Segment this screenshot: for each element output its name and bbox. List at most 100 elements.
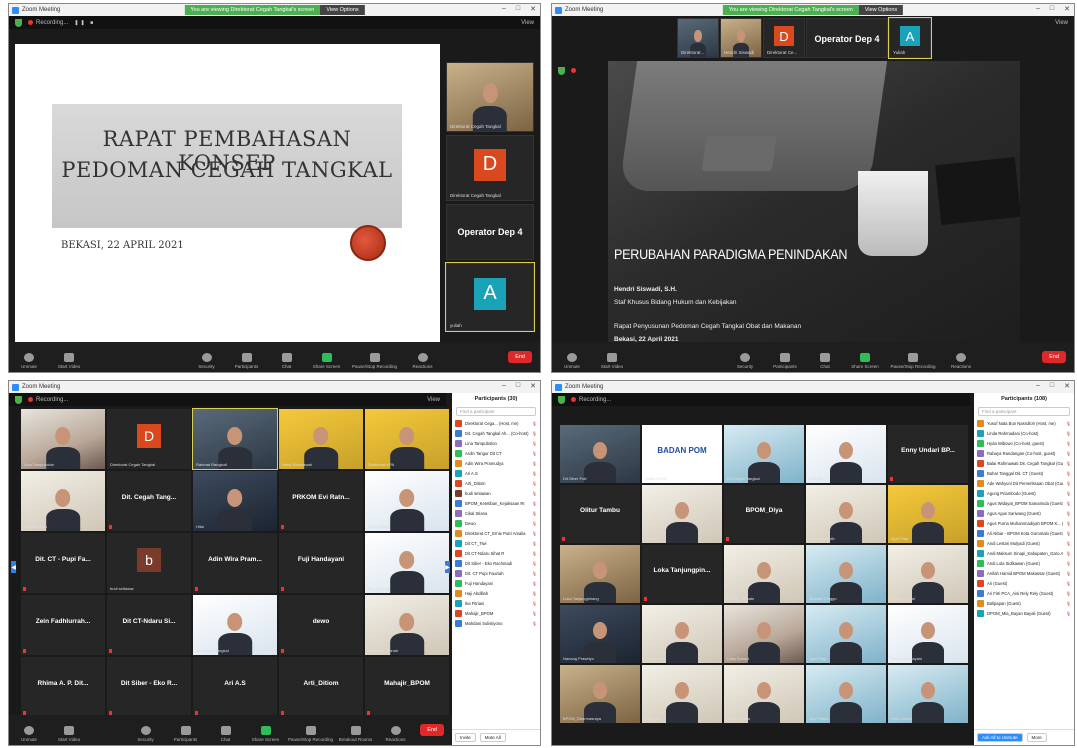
video-tile[interactable]: Dit.Cegah Tangkal — [724, 425, 804, 483]
end-meeting-button[interactable]: End — [420, 724, 444, 736]
participant-row[interactable]: Linda Rahmadani (Co-host) 🎙 — [974, 428, 1074, 438]
participant-row[interactable]: Ardin Tangur Dit CT 🎙 — [452, 448, 540, 458]
video-tile[interactable]: BPOM_Dharmasraya — [560, 665, 640, 723]
video-tile[interactable]: Fuji Handayani — [279, 533, 363, 593]
share-screen-button[interactable]: Share Screen — [845, 353, 885, 369]
participant-row[interactable]: Ari A.S 🎙 — [452, 468, 540, 478]
video-tile[interactable]: Balai Tangkal — [888, 545, 968, 603]
video-tile[interactable]: Retno Handayani — [888, 605, 968, 663]
video-tile[interactable]: Apel Pagi — [806, 605, 886, 663]
participant-row[interactable]: Adin Wira Pramudya 🎙 — [452, 458, 540, 468]
video-tile[interactable]: Enny Undari BP... — [888, 425, 968, 483]
video-tile[interactable]: Asep Jaenudin — [806, 485, 886, 543]
reactions-button[interactable]: Reactions — [941, 353, 981, 369]
participant-row[interactable]: Balipapan (Guest) 🎙 — [974, 598, 1074, 608]
video-tile[interactable]: Dit.Cegah Tangkal — [193, 595, 277, 655]
share-screen-button[interactable]: Share Screen — [246, 726, 286, 742]
close-icon[interactable]: ✕ — [1064, 382, 1070, 390]
participant-row[interactable]: Fuji Handayani 🎙 — [452, 578, 540, 588]
video-tile[interactable]: Olitur Tambu — [560, 485, 640, 543]
video-tile[interactable]: BADAN POM Badan POM — [642, 425, 722, 483]
share-screen-button[interactable]: Share Screen — [307, 353, 347, 369]
participant-row[interactable]: Agung Priambodo (Guest) 🎙 — [974, 488, 1074, 498]
participant-row[interactable]: Dit CT-Ndaru Sihat R 🎙 — [452, 548, 540, 558]
security-button[interactable]: Security — [725, 353, 765, 369]
pause-recording-button[interactable]: Pause/Stop Recording — [347, 353, 403, 369]
next-page-arrow-icon[interactable]: ▶ — [445, 561, 450, 573]
video-tile[interactable]: Lina Tampubolon — [21, 409, 105, 469]
participant-row[interactable]: DPOM_Mia_Bayan Bayali (Guest) 🎙 — [974, 608, 1074, 618]
video-tile[interactable]: Loka Sampit — [724, 605, 804, 663]
video-tile[interactable]: Nanang Prasetyo — [560, 605, 640, 663]
participant-row[interactable]: Ari Fitri PCA_Aisi Rely Rely (Guest) 🎙 — [974, 588, 1074, 598]
video-tile[interactable]: Mahajir_BPOM — [365, 657, 449, 717]
video-tile[interactable]: Banggai — [642, 665, 722, 723]
minimize-icon[interactable]: – — [502, 382, 506, 390]
participant-row[interactable]: Rabaya Randangan (Co-host, guest) 🎙 — [974, 448, 1074, 458]
chat-button[interactable]: Chat — [805, 353, 845, 369]
invite-button[interactable]: Invite — [455, 733, 476, 742]
end-meeting-button[interactable]: End — [508, 351, 532, 363]
participant-row[interactable]: Ari (Guest) 🎙 — [974, 578, 1074, 588]
participant-row[interactable]: Ika Fitriani 🎙 — [452, 598, 540, 608]
reactions-button[interactable]: Reactions — [403, 353, 443, 369]
participant-row[interactable]: Mahajir_BPOM 🎙 — [452, 608, 540, 618]
pause-recording-button[interactable]: Pause/Stop Recording — [885, 353, 941, 369]
participant-row[interactable]: Agus Agus Sariwang (Guest) 🎙 — [974, 508, 1074, 518]
video-tile-active[interactable]: A yuliah — [445, 262, 535, 332]
video-tile-active[interactable]: A Yuliah — [888, 17, 932, 59]
video-tile[interactable]: Dit.Siber Polri — [560, 425, 640, 483]
video-tile[interactable]: BPOM_Ternate — [724, 545, 804, 603]
video-tile[interactable]: Hilal — [193, 471, 277, 531]
recording-controls[interactable]: ❚❚ ■ — [74, 20, 95, 26]
participant-row[interactable]: Agus Widayat_BPOM Samarinda (Guest) 🎙 — [974, 498, 1074, 508]
video-tile[interactable]: Direktorat... — [677, 18, 719, 58]
participant-row[interactable]: Andi Lola Sidikawan (Guest) 🎙 — [974, 558, 1074, 568]
close-icon[interactable]: ✕ — [530, 5, 536, 13]
video-tile[interactable]: Adin Wira Pram... — [193, 533, 277, 593]
video-tile[interactable]: Dit. CT - Pupi Fa... — [21, 533, 105, 593]
video-tile[interactable]: D Direktorat Cegah Tangkal — [446, 135, 534, 201]
security-button[interactable]: Security — [187, 353, 227, 369]
reactions-button[interactable]: Reactions — [376, 726, 416, 742]
end-meeting-button[interactable]: End — [1042, 351, 1066, 363]
video-tile[interactable]: Dit.KPA — [806, 425, 886, 483]
minimize-icon[interactable]: – — [1036, 5, 1040, 13]
participant-row[interactable]: Andi Lestari Mulyadi (Guest) 🎙 — [974, 538, 1074, 548]
start-video-button[interactable]: Start Video — [49, 726, 89, 742]
start-video-button[interactable]: Start Video — [49, 353, 89, 369]
chat-button[interactable]: Chat — [206, 726, 246, 742]
participant-row[interactable]: Dit Siber - Eko Rachmadi 🎙 — [452, 558, 540, 568]
video-tile[interactable]: Rahmat Rangkuti — [192, 408, 278, 470]
view-menu[interactable]: View — [521, 20, 534, 26]
participant-row[interactable]: Haji Abdillah 🎙 — [452, 588, 540, 598]
participant-row[interactable]: Anifah Hamid BPOM Makassar (Guest) 🎙 — [974, 568, 1074, 578]
security-button[interactable]: Security — [126, 726, 166, 742]
video-tile[interactable]: Zein Fadhlurrah... — [21, 595, 105, 655]
ask-all-unmute-button[interactable]: Ask All to Unmute — [977, 733, 1023, 742]
video-tile[interactable]: Ari A.S — [193, 657, 277, 717]
maximize-icon[interactable]: □ — [516, 5, 520, 13]
maximize-icon[interactable]: □ — [516, 382, 520, 390]
view-options-button[interactable]: View Options — [858, 5, 904, 15]
video-tile[interactable]: Rhima A. P. Dit... — [21, 657, 105, 717]
video-tile[interactable]: Sahlan Lubis — [21, 471, 105, 531]
video-tile[interactable]: Loka Tanjungpin... — [642, 545, 722, 603]
participants-button[interactable]: Participants — [227, 353, 267, 369]
chat-button[interactable]: Chat — [267, 353, 307, 369]
participant-row[interactable]: Balai Rahmawati Dit. Cegah Tangkal (Gues… — [974, 458, 1074, 468]
participants-button[interactable]: Participants — [765, 353, 805, 369]
video-tile[interactable]: Direktorat Cegah Tangkal — [446, 62, 534, 132]
close-icon[interactable]: ✕ — [530, 382, 536, 390]
video-tile[interactable]: PRKOM Evi Ratn... — [279, 471, 363, 531]
video-tile[interactable]: Ary Tanjung — [365, 533, 449, 593]
participant-row[interactable]: Direktorat Cega... (Host, me) 🎙 — [452, 418, 540, 428]
video-tile[interactable]: Cikal Stiana — [365, 471, 449, 531]
participant-row[interactable]: Andi Maksum Sinapi_Kabupaten_Garo.A... (… — [974, 548, 1074, 558]
participant-row[interactable]: BPOM_Ketetiban_Kejaksaan RI 🎙 — [452, 498, 540, 508]
participant-row[interactable]: Ali Akbar - BPOM Kota Gorontalo (Guest) 🎙 — [974, 528, 1074, 538]
start-video-button[interactable]: Start Video — [592, 353, 632, 369]
pause-recording-button[interactable]: Pause/Stop Recording — [286, 726, 336, 742]
video-tile[interactable]: Neny Rahmawati — [279, 409, 363, 469]
video-tile[interactable]: Michael Ringgo — [806, 545, 886, 603]
